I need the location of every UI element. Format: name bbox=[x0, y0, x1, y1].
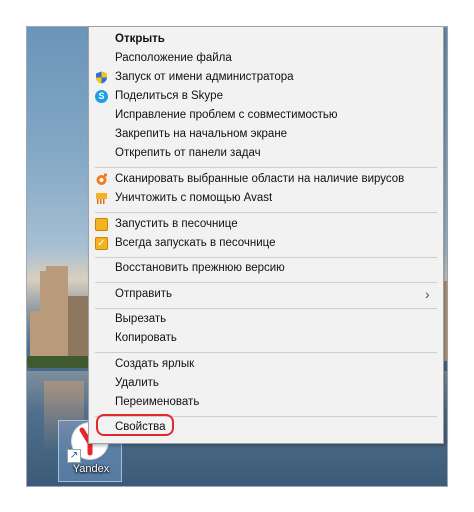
uac-shield-icon bbox=[95, 71, 108, 84]
desktop-icon-label: Yandex bbox=[72, 463, 110, 475]
menu-item-label: Вырезать bbox=[115, 313, 167, 325]
menu-item-label: Закрепить на начальном экране bbox=[115, 128, 288, 140]
menu-separator bbox=[95, 308, 437, 309]
menu-item-file-location[interactable]: Расположение файла bbox=[89, 49, 443, 68]
menu-item-label: Запустить в песочнице bbox=[115, 218, 238, 230]
avast-shredder-icon bbox=[95, 192, 108, 205]
menu-separator bbox=[95, 257, 437, 258]
menu-item-label: Поделиться в Skype bbox=[115, 90, 223, 102]
menu-separator bbox=[95, 352, 437, 353]
menu-item-label: Переименовать bbox=[115, 396, 200, 408]
menu-item-copy[interactable]: Копировать bbox=[89, 329, 443, 348]
menu-item-avast-scan[interactable]: Сканировать выбранные области на наличие… bbox=[89, 170, 443, 189]
menu-item-label: Копировать bbox=[115, 332, 177, 344]
menu-item-avast-destroy[interactable]: Уничтожить с помощью Avast bbox=[89, 189, 443, 208]
building bbox=[68, 296, 88, 361]
menu-item-label: Создать ярлык bbox=[115, 358, 195, 370]
menu-item-label: Запуск от имени администратора bbox=[115, 71, 294, 83]
menu-item-label: Открыть bbox=[115, 33, 165, 45]
menu-item-send-to[interactable]: Отправить › bbox=[89, 285, 443, 304]
menu-separator bbox=[95, 282, 437, 283]
building bbox=[46, 266, 68, 361]
menu-item-label: Открепить от панели задач bbox=[115, 147, 261, 159]
menu-item-label: Отправить bbox=[115, 288, 173, 300]
menu-item-run-in-sandbox[interactable]: Запустить в песочнице bbox=[89, 215, 443, 234]
menu-item-unpin-from-taskbar[interactable]: Открепить от панели задач bbox=[89, 144, 443, 163]
menu-separator bbox=[95, 212, 437, 213]
menu-item-run-as-admin[interactable]: Запуск от имени администратора bbox=[89, 68, 443, 87]
menu-item-label: Удалить bbox=[115, 377, 159, 389]
sandbox-icon bbox=[95, 218, 108, 231]
menu-item-label: Исправление проблем с совместимостью bbox=[115, 109, 338, 121]
menu-separator bbox=[95, 167, 437, 168]
menu-item-share-skype[interactable]: S Поделиться в Skype bbox=[89, 87, 443, 106]
sandbox-check-icon: ✓ bbox=[95, 237, 108, 250]
context-menu: Открыть Расположение файла Запуск от име… bbox=[88, 26, 444, 444]
menu-item-always-run-in-sandbox[interactable]: ✓ Всегда запускать в песочнице bbox=[89, 234, 443, 253]
building bbox=[30, 311, 40, 361]
menu-item-restore-previous-version[interactable]: Восстановить прежнюю версию bbox=[89, 259, 443, 278]
menu-item-troubleshoot-compatibility[interactable]: Исправление проблем с совместимостью bbox=[89, 106, 443, 125]
menu-item-label: Сканировать выбранные области на наличие… bbox=[115, 173, 405, 185]
menu-item-label: Восстановить прежнюю версию bbox=[115, 262, 285, 274]
shortcut-arrow-icon: ↗ bbox=[67, 449, 81, 463]
menu-item-label: Расположение файла bbox=[115, 52, 232, 64]
menu-item-rename[interactable]: Переименовать bbox=[89, 393, 443, 412]
avast-icon bbox=[95, 173, 108, 186]
menu-item-open[interactable]: Открыть bbox=[89, 30, 443, 49]
menu-item-label: Уничтожить с помощью Avast bbox=[115, 192, 273, 204]
chevron-right-icon: › bbox=[425, 286, 430, 302]
highlight-outline bbox=[96, 414, 174, 436]
skype-icon: S bbox=[95, 90, 108, 103]
menu-item-create-shortcut[interactable]: Создать ярлык bbox=[89, 355, 443, 374]
menu-item-delete[interactable]: Удалить bbox=[89, 374, 443, 393]
menu-item-cut[interactable]: Вырезать bbox=[89, 310, 443, 329]
menu-item-label: Всегда запускать в песочнице bbox=[115, 237, 276, 249]
menu-item-pin-to-start[interactable]: Закрепить на начальном экране bbox=[89, 125, 443, 144]
